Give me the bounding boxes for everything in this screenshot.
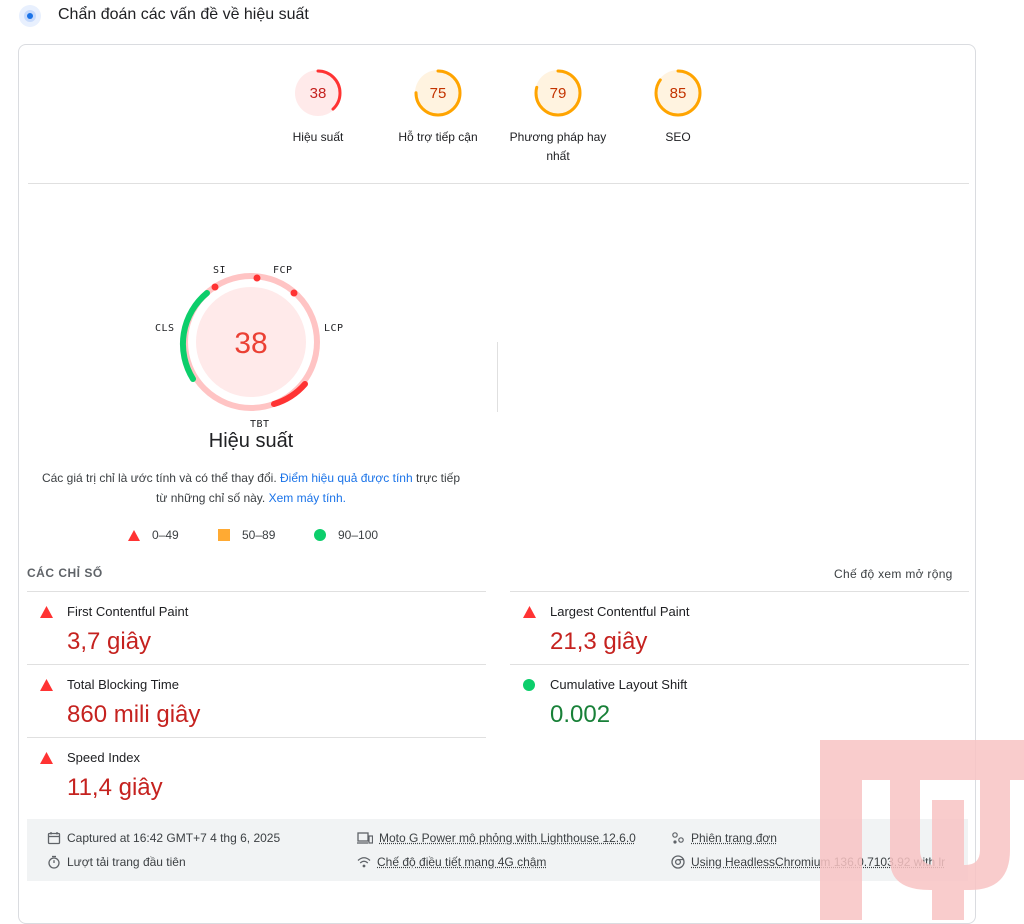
lcp-dot <box>290 289 298 297</box>
category-label: Hiệu suất <box>292 130 344 144</box>
gauge-label-fcp: FCP <box>273 265 293 276</box>
timer-icon <box>48 855 60 869</box>
category-label: Hỗ trợ tiếp cận <box>398 130 478 144</box>
legend-range: 50–89 <box>242 528 276 542</box>
fail-triangle-icon <box>40 679 53 691</box>
gauge-label-lcp: LCP <box>324 323 344 334</box>
wifi-icon <box>357 857 371 868</box>
session-text[interactable]: Phiên trang đơn <box>691 831 777 845</box>
pass-circle-icon <box>523 679 535 691</box>
metric-name: Largest Contentful Paint <box>550 604 690 619</box>
metric-name: First Contentful Paint <box>67 604 189 619</box>
metric-name: Total Blocking Time <box>67 677 179 692</box>
load-row: Lượt tải trang đầu tiên <box>47 855 186 869</box>
fail-triangle-icon <box>40 606 53 618</box>
circle-icon <box>314 529 326 541</box>
gauge-label-cls: CLS <box>155 323 175 334</box>
gauge-best-practices: 79 <box>534 69 582 117</box>
category-seo[interactable]: 85 SEO <box>630 68 726 147</box>
chrome-icon <box>671 855 685 869</box>
category-label: SEO <box>665 130 691 144</box>
metric-tbt: Total Blocking Time 860 mili giây <box>27 664 486 737</box>
legend-pass: 90–100 <box>314 528 378 542</box>
metric-lcp: Largest Contentful Paint 21,3 giây <box>510 591 969 664</box>
metric-value: 21,3 giây <box>550 628 648 655</box>
category-score: 79 <box>550 85 567 102</box>
legend-fail: 0–49 <box>128 528 179 542</box>
metric-value: 3,7 giây <box>67 628 152 655</box>
note-text: Các giá trị chỉ là ước tính và có thể th… <box>41 471 280 485</box>
si-dot <box>211 283 219 291</box>
gauge-performance: 38 <box>294 69 342 117</box>
fcp-dot <box>253 274 261 282</box>
square-icon <box>218 529 230 541</box>
category-performance[interactable]: 38 Hiệu suất <box>270 68 366 147</box>
captured-row: Captured at 16:42 GMT+7 4 thg 6, 2025 <box>47 831 280 845</box>
gauge-label-tbt: TBT <box>250 419 270 430</box>
legend-average: 50–89 <box>218 528 275 542</box>
score-calculation-link[interactable]: Điểm hiệu quả được tính <box>280 471 413 485</box>
lighthouse-icon <box>18 4 42 28</box>
metric-value: 0.002 <box>550 701 611 728</box>
performance-title: Hiệu suất <box>208 430 294 452</box>
divider <box>28 183 969 184</box>
metric-name: Speed Index <box>67 750 141 765</box>
category-best-practices[interactable]: 79 Phương pháp hay nhất <box>500 68 616 166</box>
metric-si: Speed Index 11,4 giây <box>27 737 486 810</box>
expand-view-toggle[interactable]: Chế độ xem mở rộng <box>834 567 953 581</box>
page-title: Chẩn đoán các vấn đề về hiệu suất <box>58 6 309 23</box>
devices-icon <box>357 832 373 844</box>
category-accessibility[interactable]: 75 Hỗ trợ tiếp cận <box>390 68 486 147</box>
estimate-note: Các giá trị chỉ là ước tính và có thể th… <box>40 468 462 508</box>
metric-value: 860 mili giây <box>67 701 201 728</box>
gauge-accessibility: 75 <box>414 69 462 117</box>
performance-score: 38 <box>234 327 267 360</box>
throttling-row[interactable]: Chế độ điều tiết mạng 4G chậm <box>357 855 546 869</box>
metric-fcp: First Contentful Paint 3,7 giây <box>27 591 486 664</box>
watermark-logo <box>820 740 1024 920</box>
triangle-icon <box>128 529 140 541</box>
session-row[interactable]: Phiên trang đơn <box>671 831 777 845</box>
fail-triangle-icon <box>40 752 53 764</box>
fail-triangle-icon <box>523 606 536 618</box>
legend-range: 0–49 <box>152 528 179 542</box>
see-calculator-link[interactable]: Xem máy tính. <box>269 491 346 505</box>
performance-gauge: 38 <box>179 273 320 411</box>
gauge-seo: 85 <box>654 69 702 117</box>
vertical-divider <box>497 342 498 412</box>
category-score: 85 <box>670 85 687 102</box>
metric-cls: Cumulative Layout Shift 0.002 <box>510 664 969 737</box>
category-score: 75 <box>430 85 447 102</box>
metric-name: Cumulative Layout Shift <box>550 677 688 692</box>
legend-range: 90–100 <box>338 528 379 542</box>
device-row[interactable]: Moto G Power mô phỏng with Lighthouse 12… <box>357 831 636 845</box>
calendar-icon <box>47 832 61 845</box>
category-label: Phương pháp hay nhất <box>509 130 607 163</box>
throttling-text[interactable]: Chế độ điều tiết mạng 4G chậm <box>377 855 546 869</box>
category-score: 38 <box>310 85 327 102</box>
metric-value: 11,4 giây <box>67 774 163 801</box>
metrics-heading: CÁC CHỈ SỐ <box>27 566 103 580</box>
gauge-label-si: SI <box>213 265 227 276</box>
load-text: Lượt tải trang đầu tiên <box>67 855 186 869</box>
session-icon <box>672 832 684 844</box>
device-text[interactable]: Moto G Power mô phỏng with Lighthouse 12… <box>379 831 636 845</box>
captured-text: Captured at 16:42 GMT+7 4 thg 6, 2025 <box>67 831 281 845</box>
